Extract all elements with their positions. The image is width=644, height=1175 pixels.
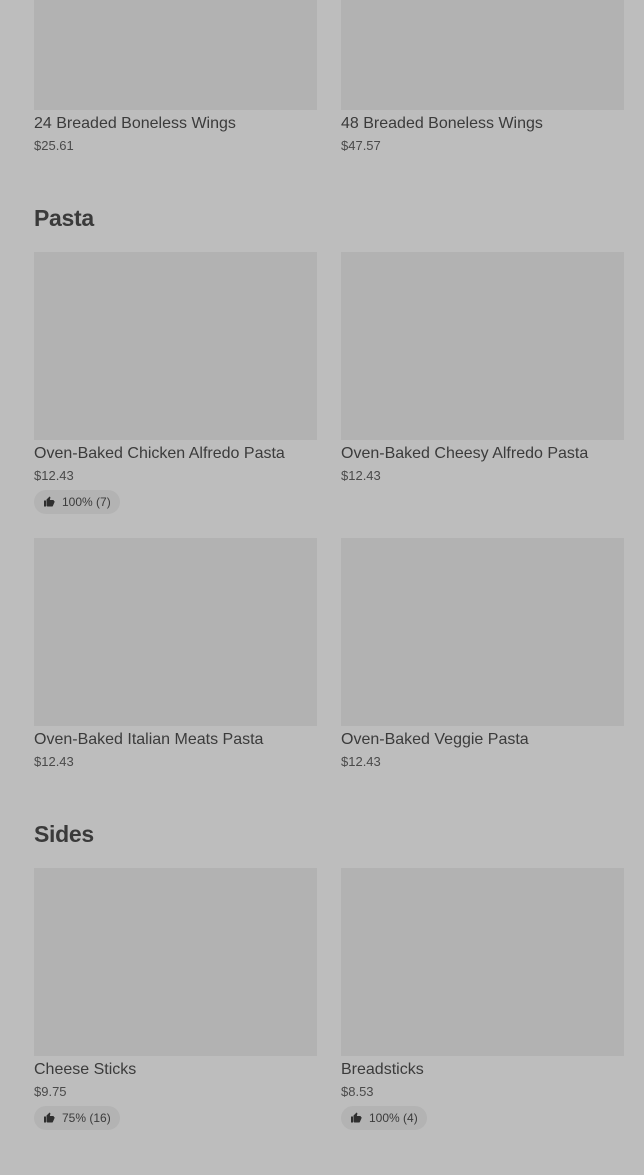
rating-badge: 100% (4) [341, 1106, 427, 1130]
menu-page: 24 Breaded Boneless Wings $25.61 48 Brea… [0, 0, 644, 1175]
menu-item-card[interactable]: Oven-Baked Veggie Pasta $12.43 [341, 538, 624, 769]
item-price: $25.61 [34, 138, 74, 153]
menu-item-card[interactable]: 24 Breaded Boneless Wings $25.61 [34, 0, 317, 153]
item-name: Oven-Baked Veggie Pasta [341, 731, 529, 748]
item-price: $8.53 [341, 1084, 374, 1099]
item-price: $12.43 [34, 754, 74, 769]
item-image [341, 868, 624, 1056]
item-name: Oven-Baked Italian Meats Pasta [34, 731, 264, 748]
item-image [34, 252, 317, 440]
rating-badge: 100% (7) [34, 490, 120, 514]
item-name: Cheese Sticks [34, 1061, 137, 1078]
rating-text: 100% (7) [62, 495, 111, 509]
item-image [341, 0, 624, 110]
item-price: $12.43 [341, 754, 381, 769]
thumbs-up-icon [43, 496, 55, 508]
rating-badge: 75% (16) [34, 1106, 120, 1130]
item-price: $9.75 [34, 1084, 67, 1099]
item-image [34, 868, 317, 1056]
item-name: 48 Breaded Boneless Wings [341, 115, 543, 132]
menu-item-card[interactable]: Oven-Baked Cheesy Alfredo Pasta $12.43 [341, 252, 624, 514]
section-title-sides: Sides [34, 821, 94, 847]
item-name: 24 Breaded Boneless Wings [34, 115, 236, 132]
item-price: $12.43 [341, 468, 381, 483]
item-image [34, 0, 317, 110]
item-image [341, 538, 624, 726]
wings-grid: 24 Breaded Boneless Wings $25.61 48 Brea… [34, 0, 624, 153]
rating-text: 75% (16) [62, 1111, 111, 1125]
item-image [341, 252, 624, 440]
item-name: Oven-Baked Chicken Alfredo Pasta [34, 445, 285, 462]
pasta-grid-row-1: Oven-Baked Chicken Alfredo Pasta $12.43 … [34, 252, 624, 514]
item-price: $12.43 [34, 468, 74, 483]
menu-item-card[interactable]: 48 Breaded Boneless Wings $47.57 [341, 0, 624, 153]
rating-text: 100% (4) [369, 1111, 418, 1125]
menu-item-card[interactable]: Breadsticks $8.53 100% (4) [341, 868, 624, 1130]
pasta-grid-row-2: Oven-Baked Italian Meats Pasta $12.43 Ov… [34, 538, 624, 769]
section-title-pasta: Pasta [34, 205, 94, 231]
item-name: Breadsticks [341, 1061, 424, 1078]
menu-item-card[interactable]: Oven-Baked Italian Meats Pasta $12.43 [34, 538, 317, 769]
item-image [34, 538, 317, 726]
thumbs-up-icon [350, 1112, 362, 1124]
item-name: Oven-Baked Cheesy Alfredo Pasta [341, 445, 589, 462]
sides-grid: Cheese Sticks $9.75 75% (16) Breadsticks… [34, 868, 624, 1130]
menu-item-card[interactable]: Cheese Sticks $9.75 75% (16) [34, 868, 317, 1130]
item-price: $47.57 [341, 138, 381, 153]
thumbs-up-icon [43, 1112, 55, 1124]
menu-item-card[interactable]: Oven-Baked Chicken Alfredo Pasta $12.43 … [34, 252, 317, 514]
